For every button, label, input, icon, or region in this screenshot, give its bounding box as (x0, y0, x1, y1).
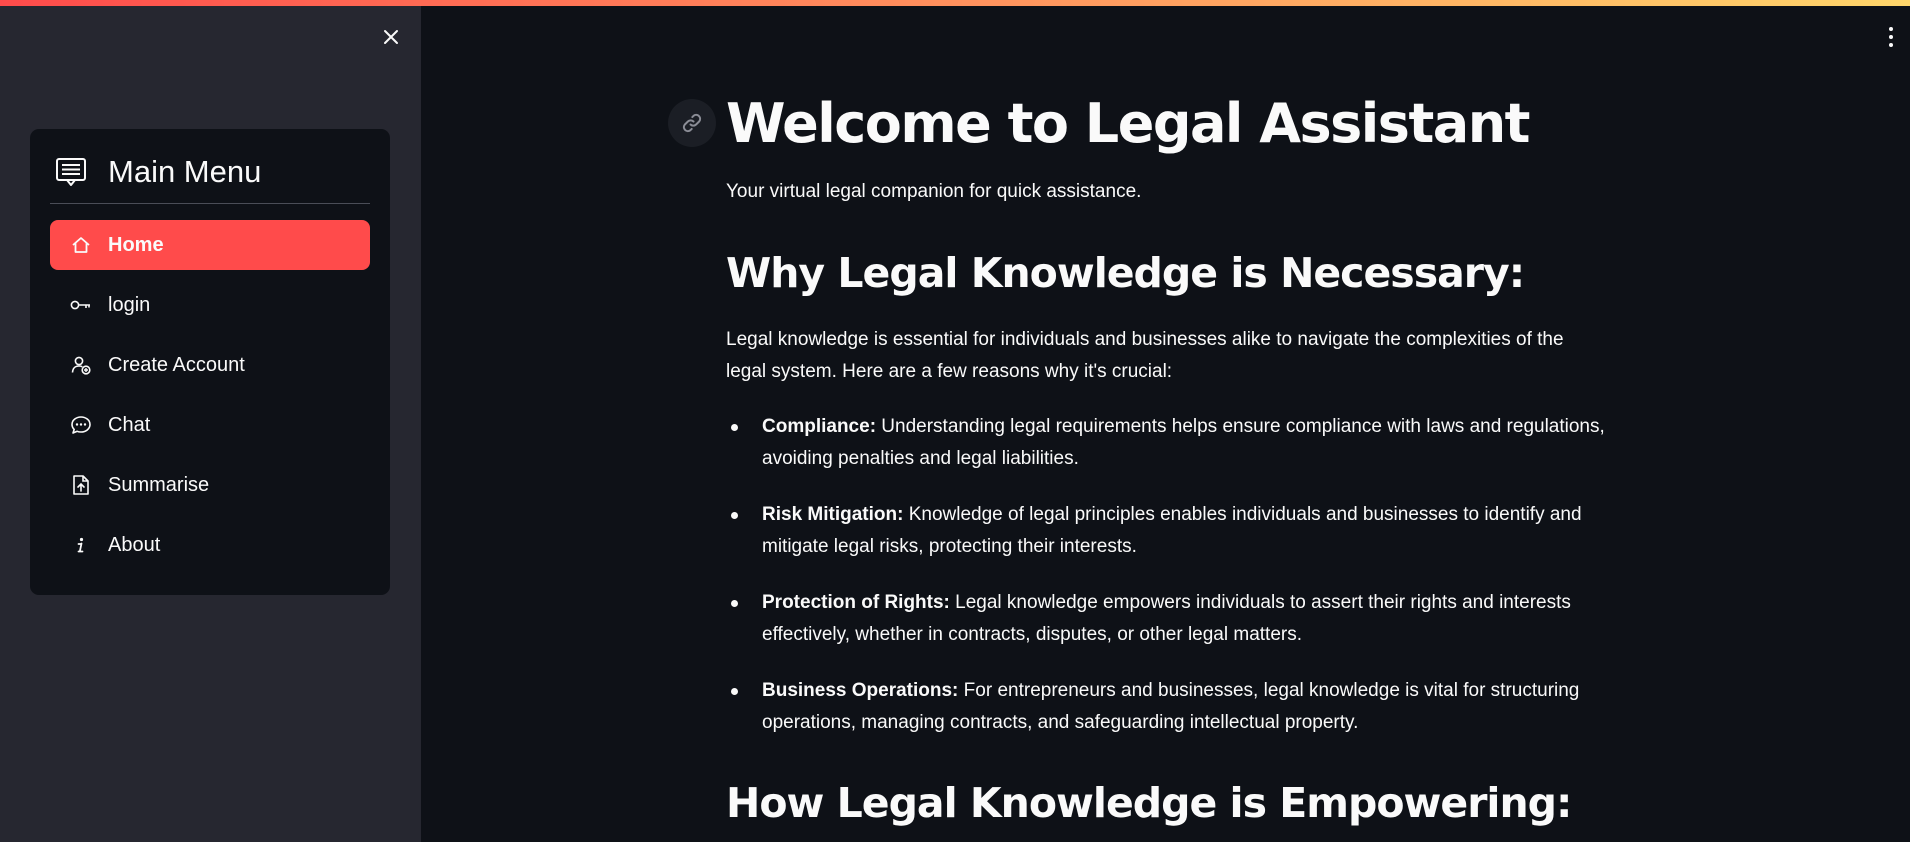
list-item-term: Business Operations: (762, 680, 959, 701)
page-subtitle: Your virtual legal companion for quick a… (726, 181, 1142, 202)
main-menu: Main Menu Home login Create Account Chat… (30, 129, 390, 595)
section-heading-how: How Legal Knowledge is Empowering: (726, 779, 1572, 827)
sidebar: Main Menu Home login Create Account Chat… (0, 0, 421, 842)
menu-item-label: Create Account (108, 353, 245, 376)
menu-item-label: login (108, 293, 151, 316)
list-item: Protection of Rights: Legal knowledge em… (726, 587, 1606, 651)
reasons-list: Compliance: Understanding legal requirem… (726, 411, 1606, 763)
list-item: Risk Mitigation: Knowledge of legal prin… (726, 499, 1606, 563)
kebab-menu-icon (1889, 27, 1893, 31)
menu-item-about[interactable]: About (50, 520, 370, 570)
list-item-term: Risk Mitigation: (762, 504, 904, 525)
menu-item-label: About (108, 533, 161, 556)
menu-item-home[interactable]: Home (50, 220, 370, 270)
list-item-text: Understanding legal requirements helps e… (762, 416, 1605, 469)
file-upload-icon (68, 474, 94, 496)
person-add-icon (68, 355, 94, 375)
menu-item-label: Home (108, 233, 164, 256)
list-item: Compliance: Understanding legal requirem… (726, 411, 1606, 475)
close-sidebar-button[interactable] (378, 24, 404, 50)
page-title: Welcome to Legal Assistant (726, 92, 1530, 155)
house-icon (68, 235, 94, 255)
menu-item-create-account[interactable]: Create Account (50, 340, 370, 390)
app-window: Main Menu Home login Create Account Chat… (0, 0, 1910, 842)
menu-item-login[interactable]: login (50, 280, 370, 330)
section-heading-why: Why Legal Knowledge is Necessary: (726, 249, 1525, 297)
heading-anchor-link[interactable] (668, 99, 716, 147)
list-item-term: Compliance: (762, 416, 877, 437)
menu-item-summarise[interactable]: Summarise (50, 460, 370, 510)
app-options-menu-button[interactable] (1882, 22, 1900, 52)
chat-dots-icon (68, 415, 94, 435)
link-icon (682, 113, 702, 133)
menu-list-icon (52, 157, 90, 187)
menu-header: Main Menu (50, 151, 370, 193)
close-icon (384, 30, 398, 44)
menu-item-label: Chat (108, 413, 151, 436)
menu-item-chat[interactable]: Chat (50, 400, 370, 450)
section-intro: Legal knowledge is essential for individ… (726, 329, 1564, 382)
menu-title: Main Menu (108, 154, 262, 189)
menu-item-label: Summarise (108, 473, 210, 496)
top-decoration-bar (0, 0, 1910, 6)
list-item-term: Protection of Rights: (762, 592, 950, 613)
info-icon (68, 536, 94, 554)
key-icon (68, 298, 94, 312)
menu-divider (50, 203, 370, 204)
list-item: Business Operations: For entrepreneurs a… (726, 675, 1606, 739)
